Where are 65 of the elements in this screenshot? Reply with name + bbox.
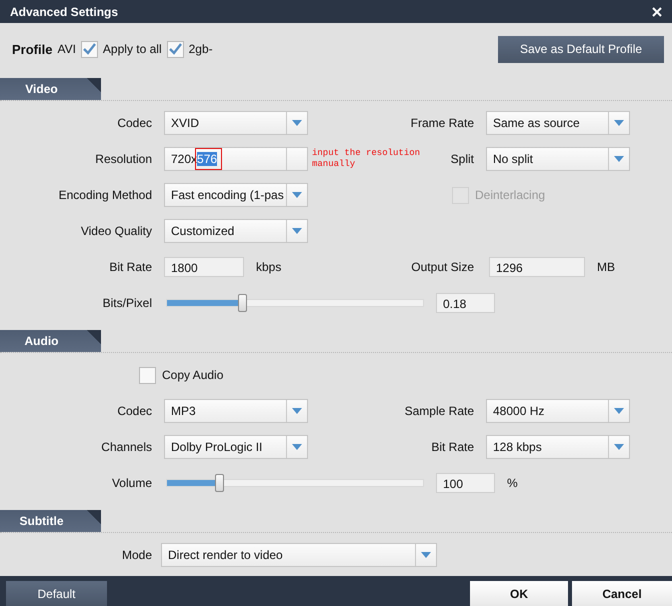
field-label: Mode xyxy=(122,548,152,562)
field-label: Sample Rate xyxy=(404,404,474,418)
field-label: Split xyxy=(450,152,474,166)
slider-thumb[interactable] xyxy=(238,294,248,312)
field-label: Bits/Pixel xyxy=(102,296,152,310)
dropdown[interactable]: MP3 xyxy=(164,399,308,423)
checkbox[interactable] xyxy=(139,366,156,384)
field-label: Encoding Method xyxy=(58,188,152,202)
input-field[interactable]: 1800 xyxy=(164,257,244,277)
slider-thumb[interactable] xyxy=(215,474,224,492)
dropdown-arrow-icon xyxy=(421,552,431,558)
checkbox[interactable] xyxy=(80,40,98,58)
dropdown-arrow-icon xyxy=(292,444,302,450)
footer-button[interactable]: OK xyxy=(470,581,568,606)
slider[interactable] xyxy=(166,294,424,312)
unit-label: % xyxy=(507,476,518,490)
value-field[interactable]: 100 xyxy=(436,473,495,493)
dropdown[interactable]: Direct render to video xyxy=(161,543,437,567)
checkbox-label: Copy Audio xyxy=(162,368,224,382)
field-label: Resolution xyxy=(95,152,152,166)
profile-name: AVI xyxy=(57,42,76,56)
checkbox[interactable] xyxy=(166,40,184,58)
annotation-text: input the resolution manually xyxy=(312,148,422,170)
check-icon xyxy=(82,43,96,55)
field-label: Codec xyxy=(117,116,152,130)
dropdown[interactable]: No split xyxy=(486,147,630,171)
field-label: Output Size xyxy=(411,260,474,274)
footer-button[interactable]: Cancel xyxy=(572,581,672,606)
dropdown[interactable]: Same as source xyxy=(486,111,630,135)
footer-button[interactable]: Default xyxy=(6,581,107,606)
dropdown-arrow-icon xyxy=(292,192,302,198)
value-field[interactable]: 0.18 xyxy=(436,293,495,313)
dropdown-arrow-icon xyxy=(614,120,624,126)
window-title: Advanced Settings xyxy=(10,4,118,18)
dropdown-arrow-icon xyxy=(292,408,302,414)
save-profile-button[interactable]: Save as Default Profile xyxy=(498,36,664,62)
dropdown-arrow-icon xyxy=(292,120,302,126)
dropdown-arrow-icon xyxy=(292,228,302,234)
dropdown[interactable]: XVID xyxy=(164,111,308,135)
unit-label: kbps xyxy=(256,260,282,274)
slider[interactable] xyxy=(166,474,424,492)
dropdown[interactable]: Dolby ProLogic II xyxy=(164,435,308,459)
checkbox-label: Apply to all xyxy=(102,42,162,56)
dropdown-arrow-icon xyxy=(614,408,624,414)
field-label: Volume xyxy=(112,476,152,490)
field-label: Bit Rate xyxy=(431,440,474,454)
input-field[interactable]: 1296 xyxy=(489,257,585,277)
profile-label: Profile xyxy=(12,42,52,56)
field-label: Codec xyxy=(117,404,152,418)
field-label: Channels xyxy=(101,440,152,454)
check-icon xyxy=(168,43,182,55)
checkbox-label: Deinterlacing xyxy=(475,188,546,202)
dropdown-arrow-icon xyxy=(614,444,624,450)
dropdown-arrow-icon xyxy=(614,156,624,162)
checkbox-label: 2gb- xyxy=(188,42,213,56)
field-label: Bit Rate xyxy=(109,260,152,274)
dropdown[interactable]: 128 kbps xyxy=(486,435,630,459)
dropdown[interactable]: 48000 Hz xyxy=(486,399,630,423)
field-label: Frame Rate xyxy=(410,116,474,130)
field-label: Video Quality xyxy=(80,224,152,238)
dropdown[interactable]: Customized xyxy=(164,219,308,243)
unit-label: MB xyxy=(597,260,615,274)
close-icon[interactable] xyxy=(652,6,662,16)
highlight-box xyxy=(195,148,222,170)
dropdown[interactable]: Fast encoding (1-pas xyxy=(164,183,308,207)
